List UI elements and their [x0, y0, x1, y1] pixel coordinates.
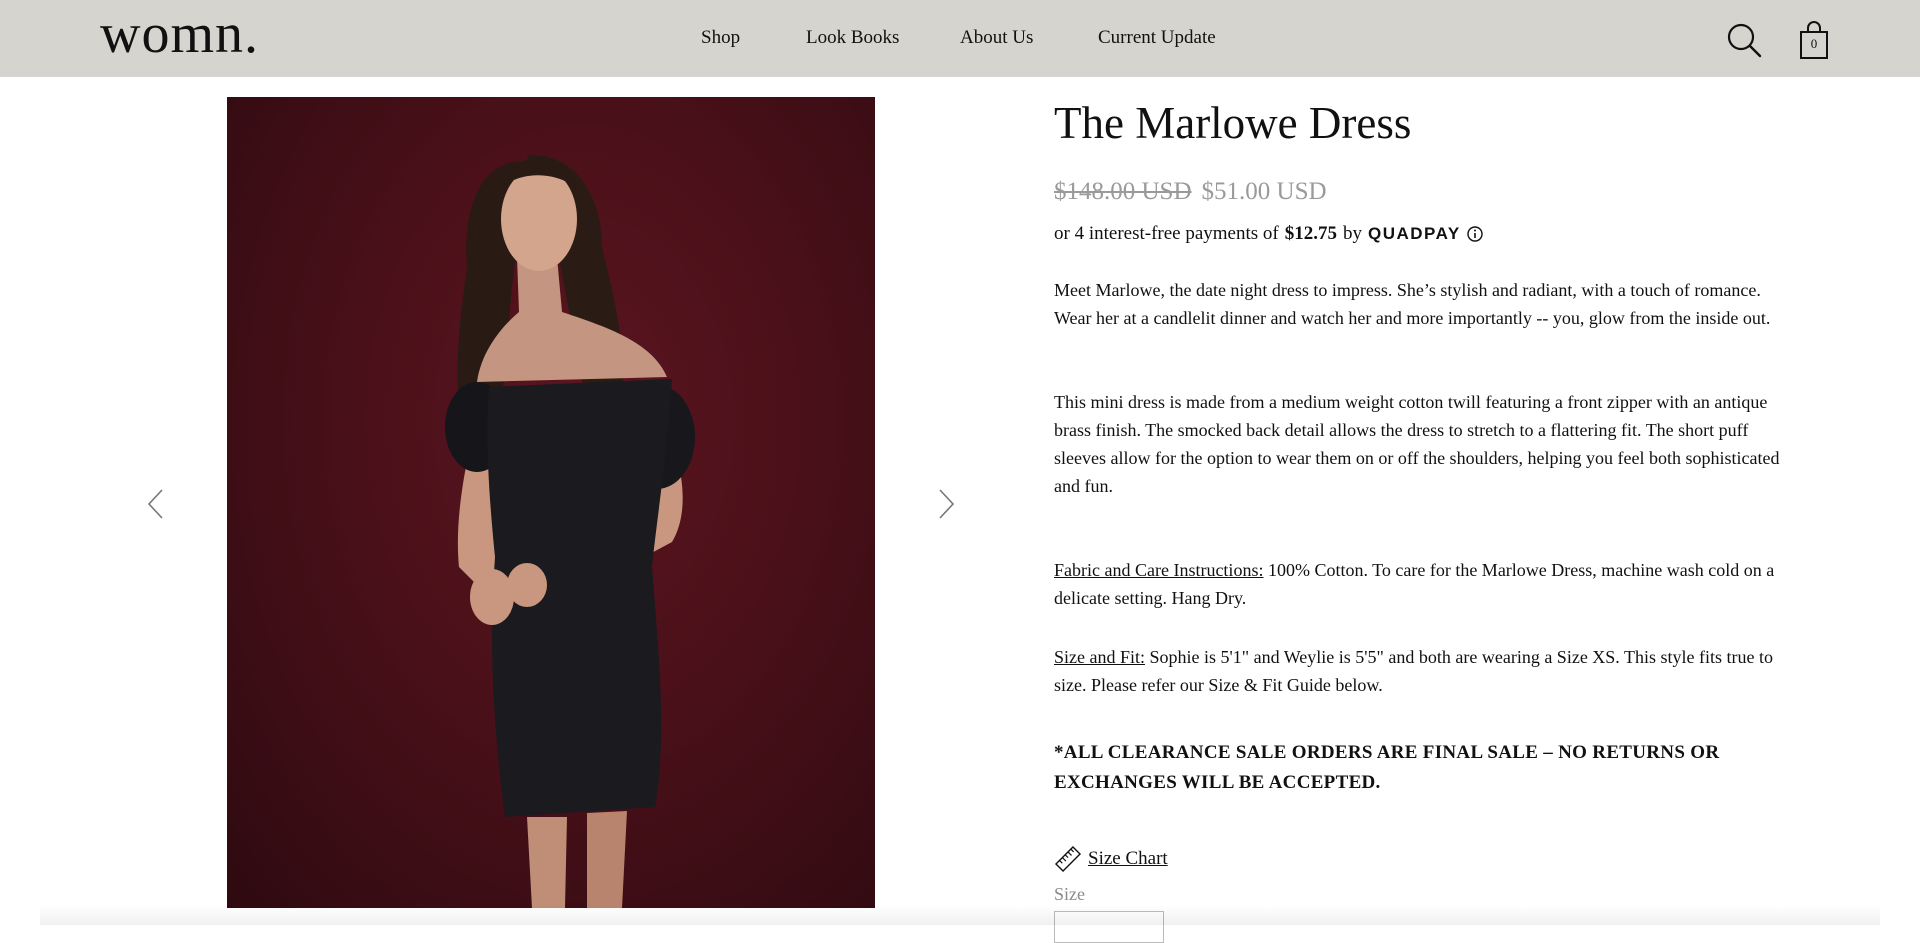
installment-prefix: or 4 interest-free payments of [1054, 223, 1279, 244]
cart-icon[interactable]: 0 [1799, 20, 1829, 60]
nav-current-update[interactable]: Current Update [1098, 26, 1216, 50]
description-paragraph: This mini dress is made from a medium we… [1054, 392, 1780, 496]
quadpay-logo: QUADPAY [1368, 224, 1461, 243]
bottom-shadow [40, 905, 1880, 925]
model-illustration [445, 154, 695, 908]
cart-count: 0 [1810, 36, 1818, 51]
size-selector[interactable] [1054, 911, 1164, 943]
description-paragraph: Meet Marlowe, the date night dress to im… [1054, 280, 1771, 328]
nav-look-books[interactable]: Look Books [806, 26, 899, 50]
site-header: womn. Shop Look Books About Us Current U… [0, 0, 1920, 77]
next-image-arrow-icon[interactable] [936, 488, 956, 520]
price-row: $148.00 USD $51.00 USD [1054, 178, 1327, 206]
sale-price: $51.00 USD [1201, 178, 1327, 205]
size-chart-label[interactable]: Size Chart [1088, 848, 1168, 870]
nav-shop[interactable]: Shop [701, 26, 740, 50]
size-chart-link[interactable]: Size Chart [1054, 845, 1168, 873]
ruler-icon [1054, 845, 1082, 873]
brand-logo[interactable]: womn. [100, 2, 259, 66]
installment-amount: $12.75 [1284, 223, 1337, 244]
fit-text: Sophie is 5'1" and Weylie is 5'5" and bo… [1054, 647, 1773, 695]
product-title: The Marlowe Dress [1054, 98, 1412, 148]
product-photo [227, 97, 875, 908]
original-price: $148.00 USD [1054, 178, 1192, 205]
care-label: Fabric and Care Instructions: [1054, 560, 1264, 580]
fit-label: Size and Fit: [1054, 647, 1145, 667]
care-instructions: Fabric and Care Instructions: 100% Cotto… [1054, 556, 1784, 612]
search-icon[interactable] [1726, 22, 1762, 58]
size-label: Size [1054, 884, 1085, 904]
previous-image-arrow-icon[interactable] [146, 488, 166, 520]
installment-by: by [1343, 223, 1362, 244]
final-sale-notice: *ALL CLEARANCE SALE ORDERS ARE FINAL SAL… [1054, 742, 1720, 793]
info-icon[interactable] [1466, 226, 1483, 242]
installment-info: or 4 interest-free payments of $12.75 by… [1054, 223, 1483, 245]
nav-about-us[interactable]: About Us [960, 26, 1033, 50]
size-and-fit: Size and Fit: Sophie is 5'1" and Weylie … [1054, 643, 1784, 699]
